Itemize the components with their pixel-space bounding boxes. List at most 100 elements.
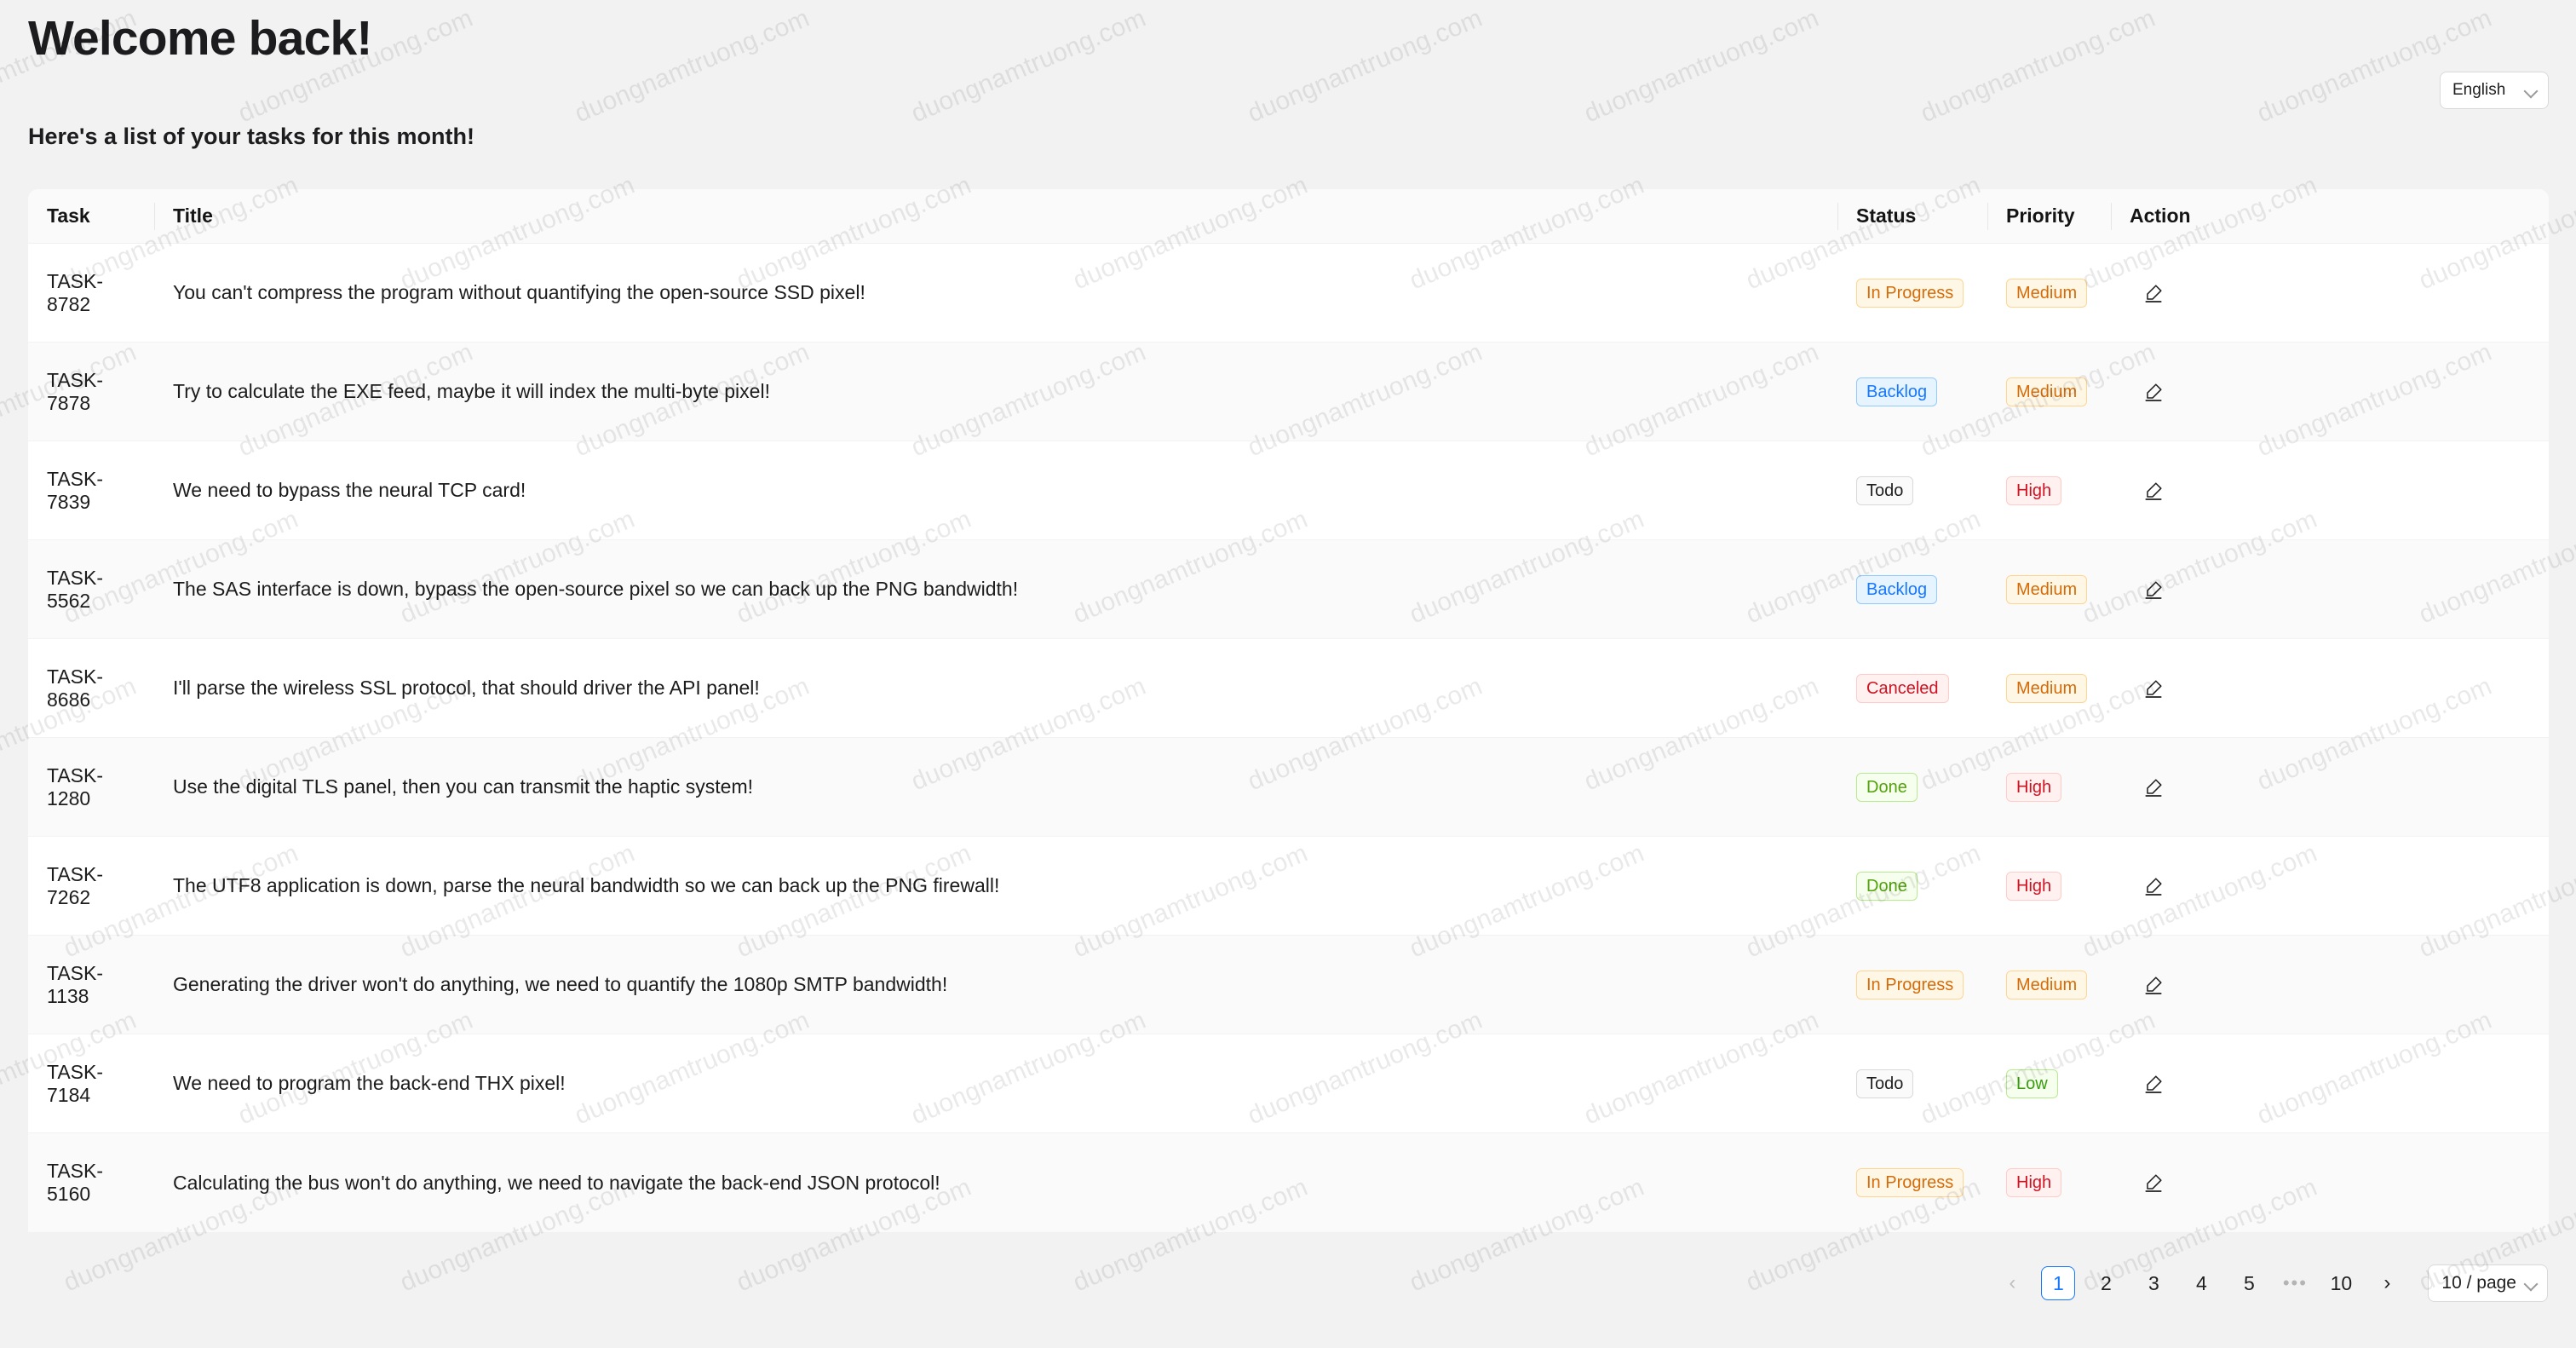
priority-badge: Medium: [2006, 278, 2088, 308]
pagination-page-5[interactable]: 5: [2232, 1266, 2266, 1300]
cell-status: In Progress: [1837, 1168, 1987, 1197]
priority-badge: High: [2006, 871, 2062, 901]
priority-badge: Medium: [2006, 377, 2088, 406]
edit-task-button[interactable]: [2136, 276, 2171, 310]
priority-badge: Medium: [2006, 574, 2088, 604]
cell-priority: Medium: [1987, 673, 2111, 703]
cell-task-title: I'll parse the wireless SSL protocol, th…: [173, 677, 760, 699]
edit-pencil-icon: [2142, 480, 2165, 502]
cell-task-id: TASK-1280: [47, 763, 104, 809]
edit-pencil-icon: [2142, 1172, 2165, 1194]
status-badge: In Progress: [1856, 970, 1964, 999]
edit-task-button[interactable]: [2136, 1067, 2171, 1101]
page-size-value: 10 / page: [2441, 1273, 2516, 1293]
cell-task-title: Calculating the bus won't do anything, w…: [173, 1171, 940, 1194]
cell-action: [2111, 770, 2549, 804]
page-size-select[interactable]: 10 / page: [2428, 1264, 2548, 1302]
pagination-page-1[interactable]: 1: [2041, 1266, 2076, 1300]
edit-task-button[interactable]: [2136, 968, 2171, 1002]
table-header-row: Task Title Status Priority Action: [28, 189, 2549, 244]
cell-task-id: TASK-7878: [47, 368, 104, 414]
status-badge: Canceled: [1856, 673, 1949, 703]
edit-task-button[interactable]: [2136, 1166, 2171, 1200]
priority-badge: High: [2006, 475, 2062, 505]
status-badge: In Progress: [1856, 278, 1964, 308]
cell-status: In Progress: [1837, 278, 1987, 308]
priority-badge: Low: [2006, 1069, 2058, 1098]
edit-task-button[interactable]: [2136, 573, 2171, 607]
edit-pencil-icon: [2142, 579, 2165, 601]
cell-task-title: Try to calculate the EXE feed, maybe it …: [173, 380, 770, 402]
page-title: Welcome back!: [28, 11, 372, 66]
edit-pencil-icon: [2142, 677, 2165, 700]
edit-task-button[interactable]: [2136, 869, 2171, 903]
pagination-next[interactable]: ›: [2370, 1266, 2404, 1300]
cell-priority: High: [1987, 871, 2111, 901]
table-row[interactable]: TASK-7839 We need to bypass the neural TC…: [28, 441, 2549, 540]
chevron-down-icon: [2525, 1277, 2538, 1290]
status-badge: Todo: [1856, 1069, 1914, 1098]
chevron-down-icon: [2525, 84, 2538, 97]
table-row[interactable]: TASK-7878 Try to calculate the EXE feed, …: [28, 343, 2549, 441]
pagination-page-3[interactable]: 3: [2136, 1266, 2171, 1300]
column-header-status[interactable]: Status: [1837, 202, 1987, 231]
cell-task-title: The UTF8 application is down, parse the …: [173, 874, 1000, 896]
cell-task-id: TASK-5160: [47, 1160, 104, 1205]
cell-status: Todo: [1837, 1069, 1987, 1098]
pagination-page-10[interactable]: 10: [2324, 1266, 2358, 1300]
cell-status: In Progress: [1837, 970, 1987, 999]
pagination-page-2[interactable]: 2: [2089, 1266, 2123, 1300]
cell-task-id: TASK-7262: [47, 862, 104, 908]
column-header-priority[interactable]: Priority: [1987, 202, 2111, 231]
status-badge: Backlog: [1856, 574, 1938, 604]
table-row[interactable]: TASK-7184 We need to program the back-end…: [28, 1034, 2549, 1133]
cell-task-title: We need to program the back-end THX pixe…: [173, 1072, 566, 1094]
table-row[interactable]: TASK-5562 The SAS interface is down, bypa…: [28, 540, 2549, 639]
edit-task-button[interactable]: [2136, 671, 2171, 706]
table-row[interactable]: TASK-1280 Use the digital TLS panel, then…: [28, 738, 2549, 837]
pagination-page-4[interactable]: 4: [2184, 1266, 2218, 1300]
cell-status: Done: [1837, 871, 1987, 901]
cell-priority: High: [1987, 772, 2111, 802]
cell-action: [2111, 276, 2549, 310]
table-row[interactable]: TASK-7262 The UTF8 application is down, p…: [28, 837, 2549, 936]
cell-task-title: Generating the driver won't do anything,…: [173, 973, 948, 995]
edit-task-button[interactable]: [2136, 770, 2171, 804]
edit-task-button[interactable]: [2136, 474, 2171, 508]
cell-priority: Medium: [1987, 278, 2111, 308]
cell-task-title: You can't compress the program without q…: [173, 281, 865, 303]
cell-status: Done: [1837, 772, 1987, 802]
chevron-left-icon: ‹: [2009, 1271, 2016, 1294]
column-header-title[interactable]: Title: [154, 202, 1837, 231]
table-row[interactable]: TASK-5160 Calculating the bus won't do an…: [28, 1133, 2549, 1232]
cell-action: [2111, 1166, 2549, 1200]
table-row[interactable]: TASK-1138 Generating the driver won't do …: [28, 936, 2549, 1034]
language-select-value: English: [2452, 81, 2506, 99]
edit-pencil-icon: [2142, 875, 2165, 897]
table-body: TASK-8782 You can't compress the program …: [28, 244, 2549, 1232]
priority-badge: High: [2006, 1168, 2062, 1197]
edit-pencil-icon: [2142, 381, 2165, 403]
cell-status: Backlog: [1837, 574, 1987, 604]
priority-badge: Medium: [2006, 970, 2088, 999]
table-row[interactable]: TASK-8782 You can't compress the program …: [28, 244, 2549, 343]
pagination: ‹ 1 2 3 4 5 ••• 10 › 10 / page: [1990, 1259, 2548, 1308]
cell-task-id: TASK-5562: [47, 566, 104, 612]
status-badge: Todo: [1856, 475, 1914, 505]
page-header: Welcome back! Here's a list of your task…: [0, 0, 2576, 176]
pagination-prev[interactable]: ‹: [1995, 1266, 2029, 1300]
cell-priority: Medium: [1987, 970, 2111, 999]
priority-badge: Medium: [2006, 673, 2088, 703]
language-select[interactable]: English: [2440, 72, 2549, 109]
cell-priority: Medium: [1987, 377, 2111, 406]
pagination-ellipsis[interactable]: •••: [2278, 1266, 2312, 1300]
column-header-task[interactable]: Task: [28, 202, 154, 231]
status-badge: Done: [1856, 871, 1918, 901]
chevron-right-icon: ›: [2383, 1271, 2391, 1294]
cell-action: [2111, 671, 2549, 706]
cell-status: Todo: [1837, 475, 1987, 505]
edit-pencil-icon: [2142, 1073, 2165, 1095]
cell-action: [2111, 869, 2549, 903]
table-row[interactable]: TASK-8686 I'll parse the wireless SSL pro…: [28, 639, 2549, 738]
edit-task-button[interactable]: [2136, 375, 2171, 409]
